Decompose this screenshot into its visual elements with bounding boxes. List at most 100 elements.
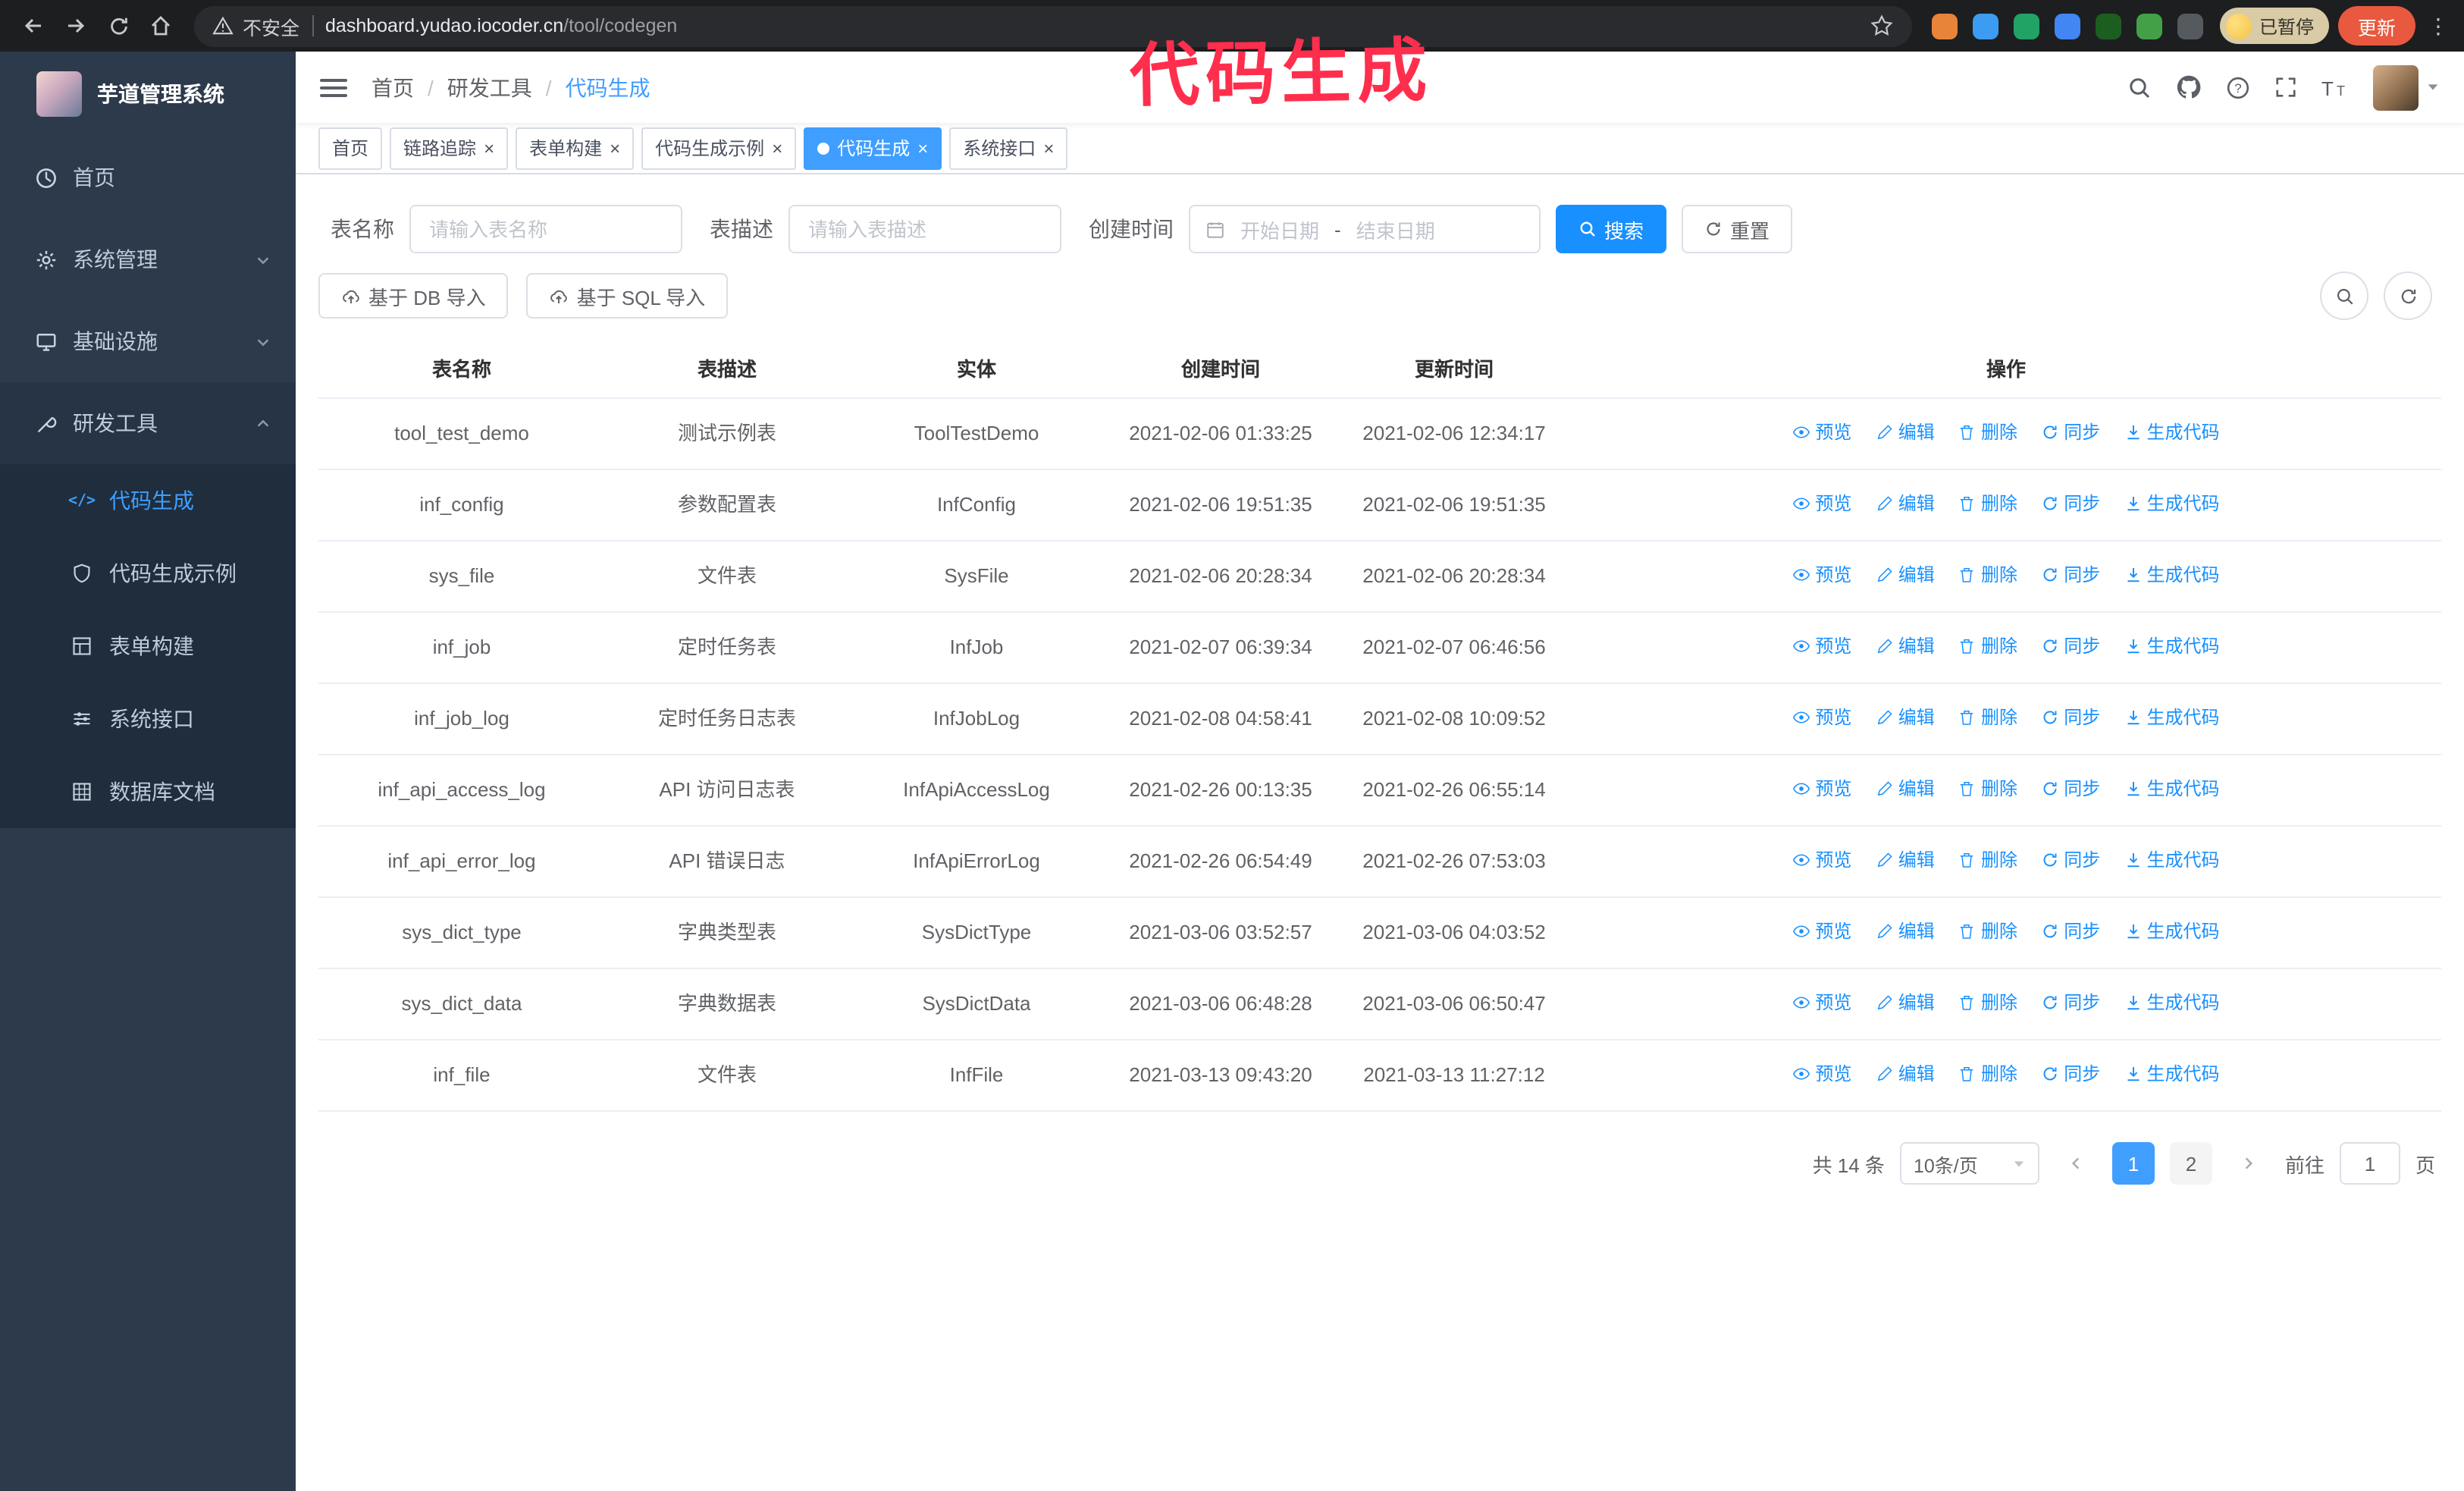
sync-link[interactable]: 同步 [2041, 560, 2100, 590]
github-icon[interactable] [2176, 74, 2202, 100]
prev-page-button[interactable] [2055, 1142, 2097, 1185]
edit-link[interactable]: 编辑 [1876, 631, 1935, 661]
extension-icon[interactable] [1931, 13, 1958, 39]
security-chip[interactable]: 不安全 [212, 11, 299, 40]
edit-link[interactable]: 编辑 [1876, 702, 1935, 733]
tab-system-api[interactable]: 系统接口 × [949, 127, 1068, 169]
page-button-1[interactable]: 1 [2111, 1142, 2155, 1185]
generate-code-link[interactable]: 生成代码 [2124, 987, 2220, 1018]
back-icon[interactable] [12, 5, 55, 47]
sync-link[interactable]: 同步 [2041, 702, 2100, 733]
delete-link[interactable]: 删除 [1958, 417, 2017, 447]
preview-link[interactable]: 预览 [1792, 1059, 1851, 1089]
generate-code-link[interactable]: 生成代码 [2124, 560, 2220, 590]
collapse-sidebar-icon[interactable] [320, 78, 347, 96]
generate-code-link[interactable]: 生成代码 [2124, 702, 2220, 733]
close-icon[interactable]: × [772, 139, 782, 157]
search-icon[interactable] [2127, 75, 2152, 99]
reset-button[interactable]: 重置 [1682, 205, 1793, 253]
sync-link[interactable]: 同步 [2041, 417, 2100, 447]
address-bar[interactable]: 不安全 dashboard.yudao.iocoder.cn/tool/code… [194, 5, 1912, 46]
delete-link[interactable]: 删除 [1958, 631, 2017, 661]
sync-link[interactable]: 同步 [2041, 631, 2100, 661]
edit-link[interactable]: 编辑 [1876, 1059, 1935, 1089]
date-range-picker[interactable]: 开始日期 - 结束日期 [1189, 205, 1541, 253]
extension-icon[interactable] [1972, 13, 1998, 39]
sidebar-item-db-doc[interactable]: 数据库文档 [0, 755, 296, 828]
extension-icon[interactable] [2177, 13, 2203, 39]
generate-code-link[interactable]: 生成代码 [2124, 916, 2220, 946]
sidebar-item-system-api[interactable]: 系统接口 [0, 683, 296, 755]
generate-code-link[interactable]: 生成代码 [2124, 488, 2220, 519]
breadcrumb-devtools[interactable]: 研发工具 [447, 72, 532, 102]
goto-page-input[interactable] [2339, 1142, 2400, 1185]
forward-icon[interactable] [55, 5, 97, 47]
sidebar-item-system[interactable]: 系统管理 [0, 218, 296, 300]
delete-link[interactable]: 删除 [1958, 987, 2017, 1018]
sync-link[interactable]: 同步 [2041, 916, 2100, 946]
sidebar-item-form-builder[interactable]: 表单构建 [0, 610, 296, 683]
preview-link[interactable]: 预览 [1792, 560, 1851, 590]
delete-link[interactable]: 删除 [1958, 1059, 2017, 1089]
sync-link[interactable]: 同步 [2041, 987, 2100, 1018]
next-page-button[interactable] [2227, 1142, 2270, 1185]
edit-link[interactable]: 编辑 [1876, 916, 1935, 946]
preview-link[interactable]: 预览 [1792, 845, 1851, 875]
page-button-2[interactable]: 2 [2169, 1142, 2212, 1185]
preview-link[interactable]: 预览 [1792, 702, 1851, 733]
delete-link[interactable]: 删除 [1958, 916, 2017, 946]
search-button[interactable]: 搜索 [1556, 205, 1667, 253]
edit-link[interactable]: 编辑 [1876, 987, 1935, 1018]
sync-link[interactable]: 同步 [2041, 845, 2100, 875]
paused-badge[interactable]: 已暂停 [2219, 8, 2329, 44]
preview-link[interactable]: 预览 [1792, 987, 1851, 1018]
home-icon[interactable] [140, 5, 182, 47]
toggle-search-button[interactable] [2320, 272, 2368, 320]
sidebar-item-home[interactable]: 首页 [0, 137, 296, 218]
preview-link[interactable]: 预览 [1792, 417, 1851, 447]
delete-link[interactable]: 删除 [1958, 702, 2017, 733]
table-name-input[interactable] [409, 205, 682, 253]
delete-link[interactable]: 删除 [1958, 560, 2017, 590]
help-icon[interactable]: ? [2226, 75, 2250, 99]
sync-link[interactable]: 同步 [2041, 488, 2100, 519]
import-sql-button[interactable]: 基于 SQL 导入 [526, 273, 729, 319]
tab-home[interactable]: 首页 [318, 127, 383, 169]
refresh-table-button[interactable] [2384, 272, 2432, 320]
font-size-icon[interactable]: TT [2321, 77, 2349, 98]
generate-code-link[interactable]: 生成代码 [2124, 417, 2220, 447]
edit-link[interactable]: 编辑 [1876, 488, 1935, 519]
edit-link[interactable]: 编辑 [1876, 560, 1935, 590]
preview-link[interactable]: 预览 [1792, 631, 1851, 661]
generate-code-link[interactable]: 生成代码 [2124, 774, 2220, 804]
extension-icon[interactable] [2054, 13, 2080, 39]
table-desc-input[interactable] [788, 205, 1061, 253]
fullscreen-icon[interactable] [2274, 76, 2297, 99]
sidebar-item-devtools[interactable]: 研发工具 [0, 382, 296, 464]
page-size-select[interactable]: 10条/页 [1899, 1142, 2039, 1185]
extension-icon[interactable] [2136, 13, 2162, 39]
update-button[interactable]: 更新 [2337, 6, 2415, 46]
edit-link[interactable]: 编辑 [1876, 845, 1935, 875]
browser-menu-icon[interactable]: ⋮ [2428, 13, 2449, 39]
close-icon[interactable]: × [1043, 139, 1054, 157]
tab-form-builder[interactable]: 表单构建 × [516, 127, 635, 169]
sidebar-item-infra[interactable]: 基础设施 [0, 300, 296, 382]
extension-icon[interactable] [2013, 13, 2039, 39]
tab-tracing[interactable]: 链路追踪 × [390, 127, 509, 169]
tab-codegen-example[interactable]: 代码生成示例 × [641, 127, 797, 169]
close-icon[interactable]: × [484, 139, 494, 157]
preview-link[interactable]: 预览 [1792, 916, 1851, 946]
generate-code-link[interactable]: 生成代码 [2124, 845, 2220, 875]
import-db-button[interactable]: 基于 DB 导入 [318, 273, 509, 319]
edit-link[interactable]: 编辑 [1876, 774, 1935, 804]
sync-link[interactable]: 同步 [2041, 1059, 2100, 1089]
tab-codegen[interactable]: 代码生成 × [804, 127, 942, 169]
generate-code-link[interactable]: 生成代码 [2124, 631, 2220, 661]
star-icon[interactable] [1870, 14, 1894, 38]
reload-icon[interactable] [97, 5, 140, 47]
user-menu[interactable] [2373, 64, 2440, 110]
delete-link[interactable]: 删除 [1958, 774, 2017, 804]
sidebar-item-codegen[interactable]: </> 代码生成 [0, 464, 296, 537]
delete-link[interactable]: 删除 [1958, 845, 2017, 875]
